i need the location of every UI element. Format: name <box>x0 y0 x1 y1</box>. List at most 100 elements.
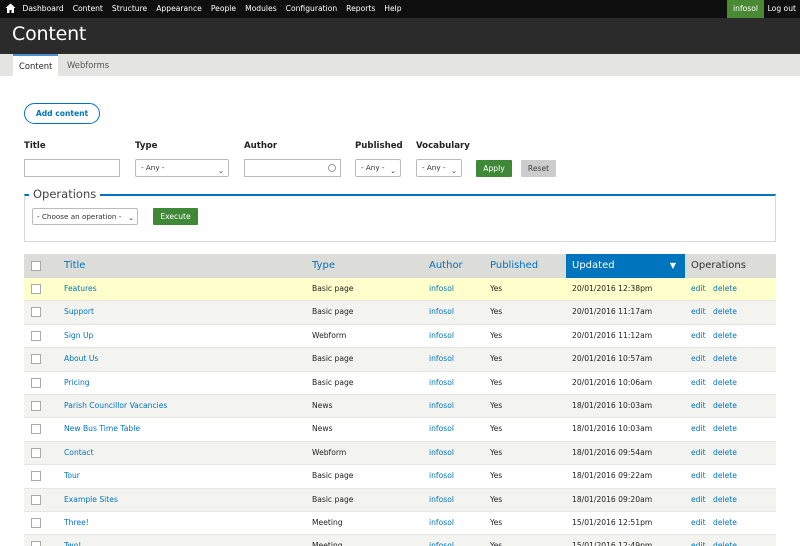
add-content-button[interactable]: Add content <box>24 103 100 124</box>
column-published[interactable]: Published <box>490 254 538 278</box>
row-author-link[interactable]: infosol <box>429 489 454 511</box>
row-delete-link[interactable]: delete <box>713 535 737 546</box>
vocabulary-filter-select[interactable]: - Any - ⌄ <box>416 159 462 177</box>
row-select-checkbox[interactable] <box>31 494 41 505</box>
tab-webforms[interactable]: Webforms <box>61 54 115 76</box>
row-type: Basic page <box>312 471 354 481</box>
menu-people[interactable]: People <box>206 0 240 18</box>
row-author-link[interactable]: infosol <box>429 278 454 300</box>
row-select-checkbox[interactable] <box>31 401 41 411</box>
row-author-link[interactable]: infosol <box>429 395 454 417</box>
row-delete-link[interactable]: delete <box>713 512 737 534</box>
row-title-link[interactable]: Features <box>64 278 97 300</box>
row-select-checkbox[interactable] <box>31 447 41 458</box>
row-title-link[interactable]: Pricing <box>64 372 90 394</box>
row-title-link[interactable]: Two! <box>64 535 81 546</box>
row-delete-link[interactable]: delete <box>713 395 737 417</box>
table-row: New Bus Time Table News infosol Yes 18/01/20… <box>24 418 776 442</box>
row-title-link[interactable]: About Us <box>64 348 98 370</box>
row-author-link[interactable]: infosol <box>429 535 454 546</box>
row-title-link[interactable]: Support <box>64 301 94 323</box>
row-select-checkbox[interactable] <box>31 377 41 388</box>
row-delete-link[interactable]: delete <box>713 489 737 511</box>
row-delete-link[interactable]: delete <box>713 465 737 487</box>
row-published: Yes <box>490 518 503 527</box>
column-author[interactable]: Author <box>429 254 463 278</box>
column-type[interactable]: Type <box>312 254 335 278</box>
row-edit-link[interactable]: edit <box>691 395 706 417</box>
row-edit-link[interactable]: edit <box>691 348 706 370</box>
logout-link[interactable]: Log out <box>768 0 796 18</box>
title-filter-input[interactable] <box>24 159 120 177</box>
row-edit-link[interactable]: edit <box>691 442 706 464</box>
execute-button[interactable]: Execute <box>153 208 198 225</box>
type-filter-label: Type <box>135 141 158 151</box>
row-edit-link[interactable]: edit <box>691 535 706 546</box>
row-edit-link[interactable]: edit <box>691 512 706 534</box>
row-author-link[interactable]: infosol <box>429 512 454 534</box>
row-delete-link[interactable]: delete <box>713 372 737 394</box>
row-author-link[interactable]: infosol <box>429 325 454 347</box>
menu-help[interactable]: Help <box>380 0 406 18</box>
row-select-checkbox[interactable] <box>31 541 41 546</box>
row-delete-link[interactable]: delete <box>713 325 737 347</box>
operation-select[interactable]: - Choose an operation - ⌄ <box>32 208 138 225</box>
row-edit-link[interactable]: edit <box>691 372 706 394</box>
row-author-link[interactable]: infosol <box>429 301 454 323</box>
menu-modules[interactable]: Modules <box>241 0 282 18</box>
author-filter-input[interactable] <box>244 159 341 177</box>
row-title-link[interactable]: Three! <box>64 512 89 534</box>
column-title[interactable]: Title <box>64 254 85 278</box>
row-select-checkbox[interactable] <box>31 307 41 318</box>
row-delete-link[interactable]: delete <box>713 442 737 464</box>
row-title-link[interactable]: Sign Up <box>64 325 93 347</box>
row-edit-link[interactable]: edit <box>691 489 706 511</box>
row-author-link[interactable]: infosol <box>429 465 454 487</box>
menu-content[interactable]: Content <box>68 0 107 18</box>
row-published: Yes <box>490 471 503 481</box>
row-delete-link[interactable]: delete <box>713 418 737 440</box>
row-select-checkbox[interactable] <box>31 330 41 341</box>
row-edit-link[interactable]: edit <box>691 301 706 323</box>
menu-structure[interactable]: Structure <box>107 0 151 18</box>
menu-dashboard[interactable]: Dashboard <box>18 0 68 18</box>
row-author-link[interactable]: infosol <box>429 418 454 440</box>
tab-content[interactable]: Content <box>13 54 59 76</box>
row-select-checkbox[interactable] <box>31 284 41 294</box>
row-edit-link[interactable]: edit <box>691 465 706 487</box>
row-select-checkbox[interactable] <box>31 354 41 365</box>
home-icon[interactable] <box>5 3 16 14</box>
row-title-link[interactable]: Example Sites <box>64 489 118 511</box>
row-title-link[interactable]: New Bus Time Table <box>64 418 140 440</box>
row-delete-link[interactable]: delete <box>713 348 737 370</box>
type-filter-select[interactable]: - Any - ⌄ <box>135 159 229 177</box>
row-edit-link[interactable]: edit <box>691 278 706 300</box>
table-row: Two! Meeting infosol Yes 15/01/2016 12:49pm e… <box>24 535 776 546</box>
row-select-checkbox[interactable] <box>31 518 41 528</box>
admin-toolbar: Dashboard Content Structure Appearance P… <box>0 0 800 18</box>
select-all-checkbox[interactable] <box>31 261 41 271</box>
row-title-link[interactable]: Tour <box>64 465 80 487</box>
row-edit-link[interactable]: edit <box>691 325 706 347</box>
row-select-checkbox[interactable] <box>31 471 41 482</box>
row-type: Basic page <box>312 307 354 317</box>
vocabulary-filter-label: Vocabulary <box>416 141 470 151</box>
row-delete-link[interactable]: delete <box>713 278 737 300</box>
row-author-link[interactable]: infosol <box>429 372 454 394</box>
menu-reports[interactable]: Reports <box>342 0 380 18</box>
row-edit-link[interactable]: edit <box>691 418 706 440</box>
user-account-link[interactable]: infosol <box>727 0 764 18</box>
apply-button[interactable]: Apply <box>476 160 512 177</box>
menu-configuration[interactable]: Configuration <box>281 0 342 18</box>
row-title-link[interactable]: Parish Councillor Vacancies <box>64 395 167 417</box>
row-delete-link[interactable]: delete <box>713 301 737 323</box>
row-author-link[interactable]: infosol <box>429 442 454 464</box>
menu-appearance[interactable]: Appearance <box>152 0 207 18</box>
published-filter-select[interactable]: - Any - ⌄ <box>355 159 401 177</box>
reset-button[interactable]: Reset <box>521 160 556 177</box>
row-author-link[interactable]: infosol <box>429 348 454 370</box>
row-title-link[interactable]: Contact <box>64 442 94 464</box>
page-title: Content <box>12 23 87 45</box>
column-updated[interactable]: Updated ▼ <box>566 254 685 278</box>
row-select-checkbox[interactable] <box>31 424 41 435</box>
